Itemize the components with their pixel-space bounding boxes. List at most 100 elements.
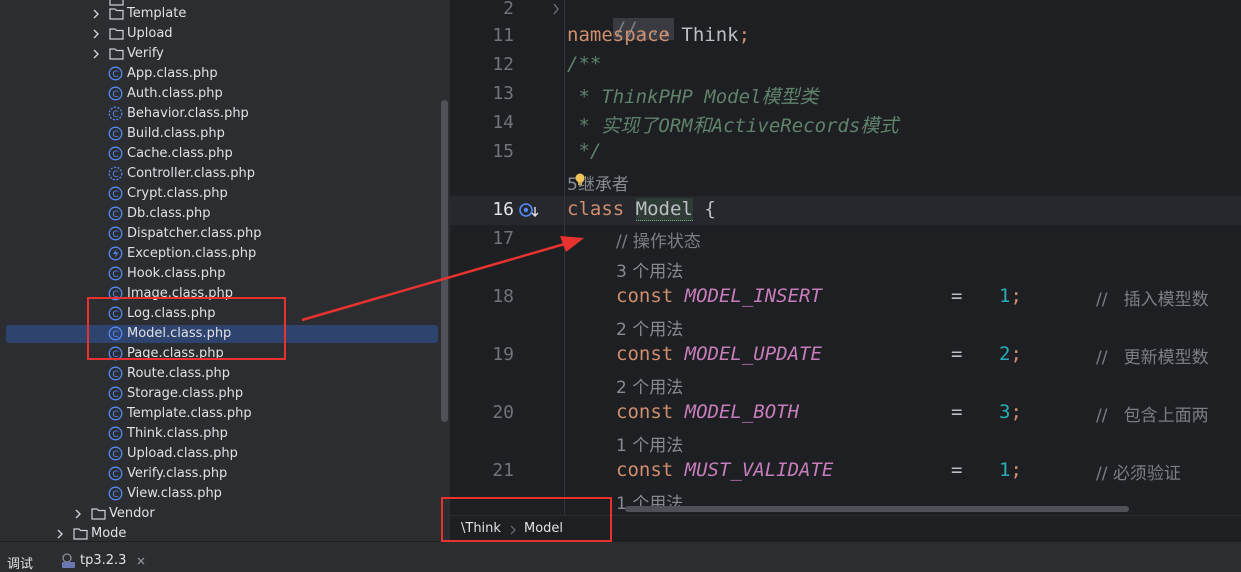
svg-text:C: C (112, 150, 118, 160)
svg-text:C: C (112, 430, 118, 440)
tree-item-label: Image.class.php (127, 286, 233, 301)
lightbulb-icon[interactable] (574, 172, 586, 188)
svg-text:C: C (112, 170, 118, 180)
tree-file-item[interactable]: C Db.class.php (0, 204, 450, 224)
tree-folder-mode[interactable]: Mode (0, 524, 450, 541)
tree-file-item[interactable]: C Upload.class.php (0, 444, 450, 464)
editor-horizontal-scrollbar[interactable] (625, 506, 1129, 512)
chevron-right-icon[interactable] (90, 7, 102, 21)
code-line-17: // 操作状态 (616, 232, 701, 252)
tree-file-item[interactable]: C View.class.php (0, 484, 450, 504)
tree-file-item[interactable]: C Model.class.php (0, 324, 450, 344)
chevron-right-icon[interactable] (72, 507, 84, 521)
assign-operator: = (951, 459, 963, 481)
tree-folder-template[interactable]: Template (0, 4, 450, 24)
tree-item-label: Upload.class.php (127, 446, 238, 461)
tree-file-item[interactable]: Exception.class.php (0, 244, 450, 264)
debug-tab[interactable]: 调试 (7, 553, 33, 572)
code-line-20: const MODEL_BOTH (616, 401, 799, 423)
class-icon: C (108, 346, 123, 361)
tree-file-item[interactable]: C Verify.class.php (0, 464, 450, 484)
project-tree: Template Upload Verify C App.class.php C Au… (0, 0, 450, 541)
number-literal: 1 (999, 285, 1011, 307)
tree-file-item[interactable]: C Log.class.php (0, 304, 450, 324)
fold-chevron-icon[interactable] (551, 2, 561, 16)
semicolon: ; (1010, 459, 1022, 481)
keyword-const: const (616, 401, 674, 423)
chevron-right-icon[interactable] (90, 27, 102, 41)
run-config-tab[interactable]: tp3.2.3 (80, 553, 126, 568)
constant-name: MUST_VALIDATE (684, 459, 834, 481)
tree-file-item[interactable]: C Auth.class.php (0, 84, 450, 104)
folder-icon (73, 528, 88, 540)
tree-scrollbar[interactable] (441, 100, 448, 422)
trailing-comment: // 插入模型数 (1096, 290, 1209, 310)
tree-file-item[interactable]: C Template.class.php (0, 404, 450, 424)
class-icon: C (108, 286, 123, 301)
breadcrumb-namespace[interactable]: \Think (461, 521, 501, 536)
tree-file-item[interactable]: C Controller.class.php (0, 164, 450, 184)
tree-item-label: Page.class.php (127, 346, 224, 361)
usages-inlay-hint[interactable]: 2 个用法 (616, 315, 683, 340)
svg-text:C: C (112, 190, 118, 200)
chevron-right-icon[interactable] (54, 527, 66, 541)
tree-item-label: Dispatcher.class.php (127, 226, 262, 241)
class-icon: C (108, 206, 123, 221)
implemented-by-icon[interactable] (518, 201, 540, 221)
tool-window-bar: 调试 tp3.2.3 (0, 541, 1241, 572)
class-icon: C (108, 146, 123, 161)
tree-file-item[interactable]: C Behavior.class.php (0, 104, 450, 124)
tree-file-item[interactable]: C Route.class.php (0, 364, 450, 384)
tree-file-item[interactable]: C Image.class.php (0, 284, 450, 304)
line-number: 15 (492, 141, 514, 162)
tree-file-item[interactable]: C Storage.class.php (0, 384, 450, 404)
line-number: 19 (492, 344, 514, 365)
trailing-comment: // 必须验证 (1096, 464, 1181, 484)
tree-file-item[interactable]: C Dispatcher.class.php (0, 224, 450, 244)
tree-item-label: Upload (127, 26, 173, 41)
keyword-class: class (567, 198, 625, 220)
tree-file-item[interactable]: C Cache.class.php (0, 144, 450, 164)
tree-item-label: Controller.class.php (127, 166, 256, 181)
tree-folder-verify[interactable]: Verify (0, 44, 450, 64)
constant-value: 3; (999, 401, 1022, 423)
folder-icon (109, 48, 124, 60)
usages-inlay-hint[interactable]: 3 个用法 (616, 257, 683, 282)
tree-file-item[interactable]: C Hook.class.php (0, 264, 450, 284)
line-number: 13 (492, 83, 514, 104)
gutter-separator (564, 0, 565, 515)
tree-file-item[interactable]: C Think.class.php (0, 424, 450, 444)
tree-file-item[interactable]: C Page.class.php (0, 344, 450, 364)
trailing-comment: // 包含上面两 (1096, 406, 1209, 426)
tree-file-item[interactable]: C Crypt.class.php (0, 184, 450, 204)
tree-folder-vendor[interactable]: Vendor (0, 504, 450, 524)
svg-text:C: C (112, 90, 118, 100)
code-editor[interactable]: 2 11 12 13 14 15 16 17 18 19 20 21 //...… (450, 0, 1241, 541)
class-icon: C (108, 306, 123, 321)
php-run-config-icon (62, 553, 75, 568)
class-name[interactable]: Model (635, 198, 693, 221)
usages-inlay-hint[interactable]: 2 个用法 (616, 373, 683, 398)
semicolon: ; (1010, 285, 1022, 307)
class-icon: C (108, 326, 123, 341)
close-icon[interactable] (136, 556, 146, 566)
class-icon: C (108, 266, 123, 281)
tree-item-label: Auth.class.php (127, 86, 223, 101)
class-icon: C (108, 126, 123, 141)
chevron-right-icon[interactable] (90, 47, 102, 61)
usages-inlay-hint[interactable]: 1 个用法 (616, 431, 683, 456)
tree-file-item[interactable]: C App.class.php (0, 64, 450, 84)
class-icon: C (108, 186, 123, 201)
svg-text:C: C (112, 470, 118, 480)
tree-file-item[interactable]: C Build.class.php (0, 124, 450, 144)
tree-folder-upload[interactable]: Upload (0, 24, 450, 44)
folder-icon (109, 8, 124, 20)
breadcrumb-class[interactable]: Model (524, 521, 563, 536)
svg-text:C: C (112, 370, 118, 380)
code-line-14: * 实现了ORM和ActiveRecords模式 (567, 115, 899, 137)
svg-text:C: C (112, 230, 118, 240)
tree-item-label: App.class.php (127, 66, 218, 81)
tree-item-label: Template (127, 6, 187, 21)
constant-name: MODEL_INSERT (684, 285, 822, 307)
class-icon: C (108, 426, 123, 441)
